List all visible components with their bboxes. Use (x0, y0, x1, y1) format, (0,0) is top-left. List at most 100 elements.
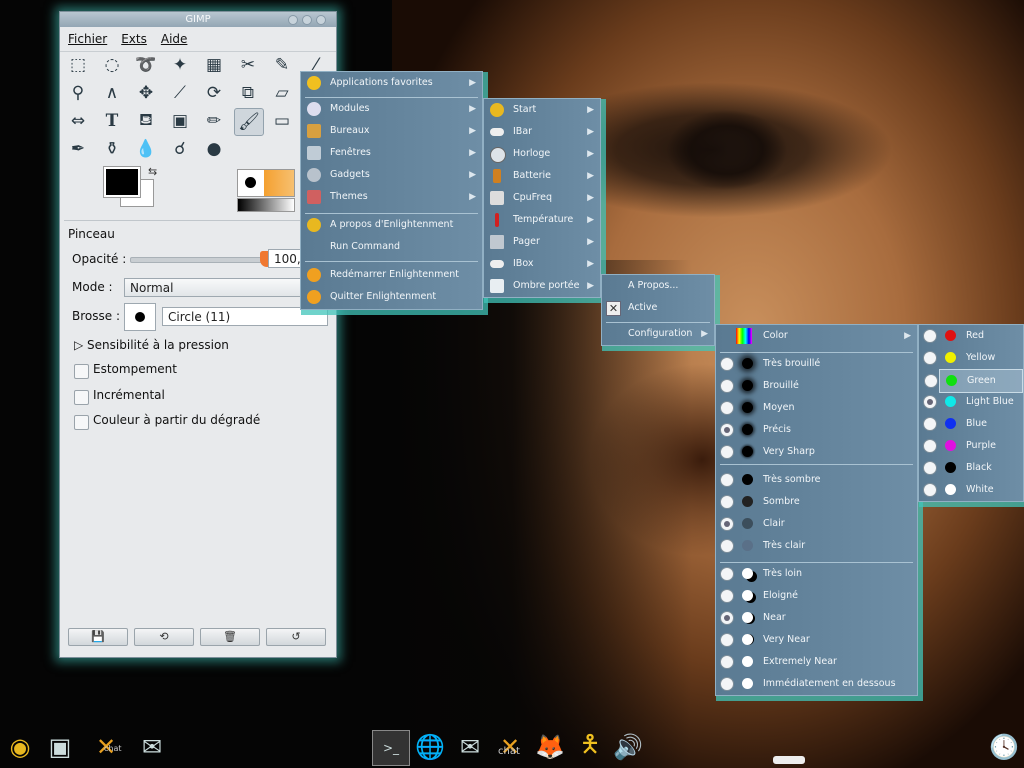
menu-item-color-green[interactable]: Green (924, 369, 1023, 393)
fuzzy-select-icon[interactable]: ✦ (166, 52, 194, 78)
radio-button[interactable] (720, 677, 734, 691)
radio-button[interactable] (720, 517, 734, 531)
radio-button[interactable] (923, 395, 937, 409)
rect-select-icon[interactable]: ⬚ (64, 52, 92, 78)
radio-button[interactable] (923, 351, 937, 365)
menu-fichier[interactable]: Fichier (68, 32, 107, 46)
menu-item-modules[interactable]: Modules ▶ (301, 98, 482, 120)
menu-item-active[interactable]: ✕ Active (602, 297, 714, 319)
shear-icon[interactable]: ▱ (268, 80, 296, 106)
menu-item-darkness[interactable]: Sombre (716, 491, 917, 513)
menu-exts[interactable]: Exts (121, 32, 147, 46)
menu-item-bureaux[interactable]: Bureaux ▶ (301, 120, 482, 142)
bucket-fill-icon[interactable]: ⛾ (132, 108, 160, 134)
ellipse-select-icon[interactable]: ◌ (98, 52, 126, 78)
menu-item-color-purple[interactable]: Purple (919, 435, 1023, 457)
radio-button[interactable] (720, 589, 734, 603)
menu-item-distance[interactable]: Very Near (716, 629, 917, 651)
incremental-checkbox[interactable] (74, 390, 89, 405)
foreground-color[interactable] (103, 166, 141, 198)
restore-options-icon[interactable]: ⟲ (134, 628, 194, 646)
airbrush-icon[interactable]: ✒ (64, 136, 92, 162)
radio-button[interactable] (720, 357, 734, 371)
menu-item-temperature[interactable]: Température ▶ (484, 209, 600, 231)
brush-button[interactable] (124, 303, 156, 331)
swap-colors-icon[interactable]: ⇆ (148, 165, 157, 178)
user-icon[interactable]: 🯅 (572, 730, 608, 764)
radio-button[interactable] (720, 567, 734, 581)
menu-item-pager[interactable]: Pager ▶ (484, 231, 600, 253)
menu-item-themes[interactable]: Themes ▶ (301, 186, 482, 208)
menu-item-distance[interactable]: Near (716, 607, 917, 629)
menu-item-darkness[interactable]: Très sombre (716, 469, 917, 491)
reset-options-icon[interactable]: ↺ (266, 628, 326, 646)
menu-item-fenetres[interactable]: Fenêtres ▶ (301, 142, 482, 164)
e-start-icon[interactable]: ◉ (2, 730, 38, 764)
menu-item-darkness[interactable]: Très clair (716, 535, 917, 557)
radio-button[interactable] (720, 611, 734, 625)
delete-options-icon[interactable]: 🗑 (200, 628, 260, 646)
menu-item-sharpness[interactable]: Very Sharp (716, 441, 917, 463)
measure-icon[interactable]: ∧ (98, 80, 126, 106)
radio-button[interactable] (720, 539, 734, 553)
menu-item-applications[interactable]: Applications favorites ▶ (301, 72, 482, 94)
menu-item-restart[interactable]: Redémarrer Enlightenment (301, 264, 482, 286)
window-thumb-icon[interactable]: ▣ (42, 730, 78, 764)
menu-item-color-white[interactable]: White (919, 479, 1023, 501)
menu-item-ibox[interactable]: IBox ▶ (484, 253, 600, 275)
color-select-icon[interactable]: ▦ (200, 52, 228, 78)
menu-item-distance[interactable]: Eloigné (716, 585, 917, 607)
radio-button[interactable] (720, 655, 734, 669)
brush-preview[interactable] (237, 169, 295, 197)
radio-button[interactable] (923, 329, 937, 343)
crop-icon[interactable]: ⟋ (166, 80, 194, 106)
menu-item-gadgets[interactable]: Gadgets ▶ (301, 164, 482, 186)
blur-icon[interactable]: 💧 (132, 136, 160, 162)
paintbrush-icon[interactable]: 🖌 (234, 108, 264, 136)
firefox-icon[interactable]: 🌐 (412, 730, 448, 764)
text-icon[interactable]: T (98, 108, 126, 134)
radio-button[interactable] (923, 439, 937, 453)
radio-button[interactable] (923, 417, 937, 431)
menu-item-about-shadow[interactable]: A Propos... (602, 275, 714, 297)
gradient-color-checkbox[interactable] (74, 415, 89, 430)
menu-item-color-light-blue[interactable]: Light Blue (919, 391, 1023, 413)
menu-item-color-blue[interactable]: Blue (919, 413, 1023, 435)
menu-item-color-yellow[interactable]: Yellow (919, 347, 1023, 369)
menu-item-darkness[interactable]: Clair (716, 513, 917, 535)
radio-button[interactable] (720, 379, 734, 393)
move-icon[interactable]: ✥ (132, 80, 160, 106)
menu-item-color-black[interactable]: Black (919, 457, 1023, 479)
checked-checkbox[interactable]: ✕ (606, 301, 621, 316)
menu-item-color[interactable]: Color ▶ (716, 325, 917, 347)
mail-window-icon[interactable]: ✉ (134, 730, 170, 764)
menu-item-sharpness[interactable]: Brouillé (716, 375, 917, 397)
radio-button[interactable] (720, 473, 734, 487)
radio-button[interactable] (924, 374, 938, 388)
iconify-icon[interactable] (288, 15, 298, 25)
radio-button[interactable] (923, 483, 937, 497)
blend-icon[interactable]: ▣ (166, 108, 194, 134)
terminal-icon[interactable]: >_ (372, 730, 410, 766)
menu-item-start[interactable]: Start ▶ (484, 99, 600, 121)
menu-item-sharpness[interactable]: Précis (716, 419, 917, 441)
zoom-icon[interactable]: ⚲ (64, 80, 92, 106)
radio-button[interactable] (720, 445, 734, 459)
radio-button[interactable] (720, 495, 734, 509)
dodge-burn-icon[interactable]: ● (200, 136, 228, 162)
save-options-icon[interactable]: 💾 (68, 628, 128, 646)
menu-aide[interactable]: Aide (161, 32, 188, 46)
flip-icon[interactable]: ⇔ (64, 108, 92, 134)
menu-item-about-e[interactable]: A propos d'Enlightenment (301, 214, 482, 236)
pager-widget[interactable] (773, 756, 805, 764)
gimp-icon[interactable]: 🦊 (532, 730, 568, 764)
fade-checkbox[interactable] (74, 364, 89, 379)
paths-icon[interactable]: ✎ (268, 52, 296, 78)
scale-icon[interactable]: ⧉ (234, 80, 262, 106)
maximize-icon[interactable] (302, 15, 312, 25)
mail-icon[interactable]: ✉ (452, 730, 488, 764)
radio-button[interactable] (720, 633, 734, 647)
radio-button[interactable] (720, 401, 734, 415)
menu-item-quit[interactable]: Quitter Enlightenment (301, 286, 482, 308)
rotate-icon[interactable]: ⟳ (200, 80, 228, 106)
